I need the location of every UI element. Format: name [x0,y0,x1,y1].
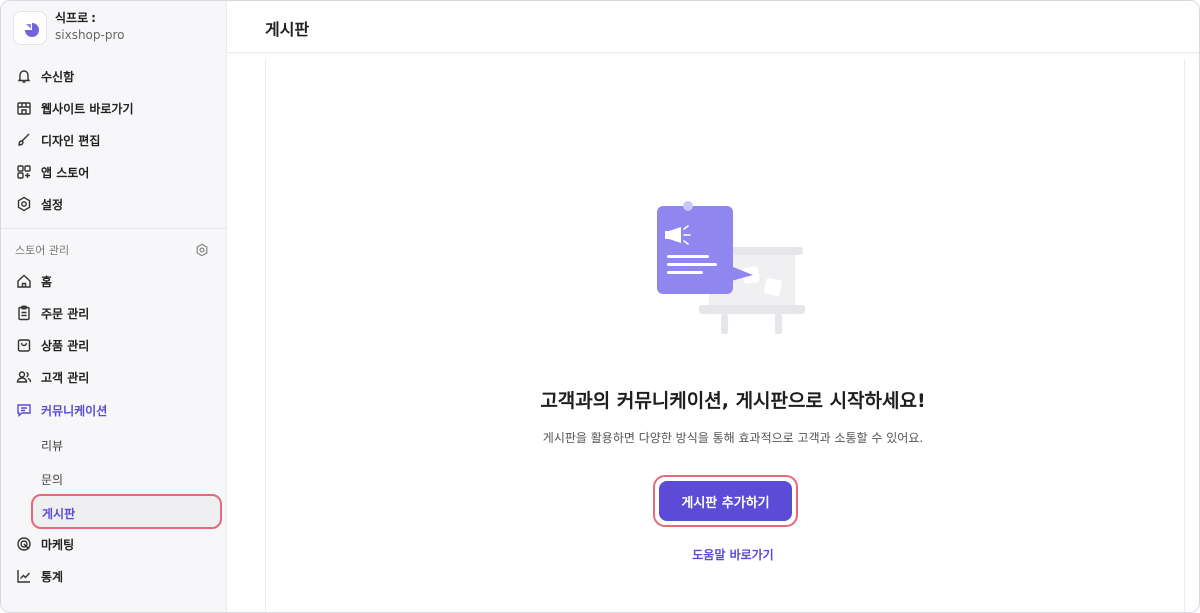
sidebar-item-home[interactable]: 홈 [15,268,215,294]
sidebar-item-label: 웹사이트 바로가기 [41,101,134,116]
sidebar-subitem-reviews[interactable]: 리뷰 [41,437,63,454]
sidebar-item-label: 설정 [41,197,64,212]
sidebar-item-label: 수신함 [41,69,75,84]
sidebar-item-communication[interactable]: 커뮤니케이션 [15,397,215,423]
clipboard-icon [15,304,33,322]
page-header: 게시판 [227,1,1199,53]
empty-state-headline: 고객과의 커뮤니케이션, 게시판으로 시작하세요! [540,390,926,412]
storefront-icon [15,99,33,117]
bell-icon [15,67,33,85]
home-icon [15,272,33,290]
sidebar-item-label: 통계 [41,569,64,584]
users-icon [15,368,33,386]
section-settings-icon[interactable] [195,242,211,258]
shopping-bag-icon [15,336,33,354]
apps-plus-icon [15,163,33,181]
app-window: 식프로: sixshop-pro 수신함 웹사이트 바로가기 디자인 편집 앱 … [0,0,1200,613]
sidebar-item-settings[interactable]: 설정 [15,191,215,217]
sidebar-item-label: 디자인 편집 [41,133,101,148]
sidebar-item-appstore[interactable]: 앱 스토어 [15,159,215,185]
sidebar: 식프로: sixshop-pro 수신함 웹사이트 바로가기 디자인 편집 앱 … [1,1,227,612]
sidebar-item-website[interactable]: 웹사이트 바로가기 [15,95,215,121]
line-chart-icon [15,567,33,585]
store-id: sixshop-pro [55,28,125,42]
sidebar-divider [1,228,227,229]
section-title: 스토어 관리 [15,244,70,257]
empty-state-description: 게시판을 활용하면 다양한 방식을 통해 효과적으로 고객과 소통할 수 있어요… [542,431,924,445]
sidebar-item-customers[interactable]: 고객 관리 [15,364,215,390]
sidebar-item-inbox[interactable]: 수신함 [15,63,215,89]
sidebar-item-stats[interactable]: 통계 [15,563,215,589]
add-board-button[interactable]: 게시판 추가하기 [659,481,792,521]
brush-icon [15,131,33,149]
page-title: 게시판 [265,20,310,39]
board-illustration [653,199,805,335]
sidebar-item-label: 마케팅 [41,537,75,552]
help-link[interactable]: 도움말 바로가기 [265,546,1199,563]
sidebar-item-products[interactable]: 상품 관리 [15,332,215,358]
gear-icon [15,195,33,213]
content-panel [265,59,1185,612]
more-vertical-icon[interactable]: : [91,11,96,25]
sidebar-item-label: 고객 관리 [41,370,90,385]
sidebar-subitem-inquiries[interactable]: 문의 [41,471,63,488]
sidebar-item-label: 홈 [41,274,53,289]
sidebar-item-label: 상품 관리 [41,338,90,353]
sidebar-item-marketing[interactable]: 마케팅 [15,531,215,557]
chat-icon [15,401,33,419]
store-name: 식프로: [55,11,96,25]
store-logo [13,11,47,45]
sidebar-item-label: 앱 스토어 [41,165,90,180]
sidebar-item-label: 커뮤니케이션 [41,403,108,418]
sidebar-subitem-board-label: 게시판 [42,507,76,521]
sidebar-item-label: 주문 관리 [41,306,90,321]
sidebar-item-design[interactable]: 디자인 편집 [15,127,215,153]
sidebar-item-orders[interactable]: 주문 관리 [15,300,215,326]
store-switcher[interactable]: 식프로: sixshop-pro [13,9,213,47]
target-icon [15,535,33,553]
